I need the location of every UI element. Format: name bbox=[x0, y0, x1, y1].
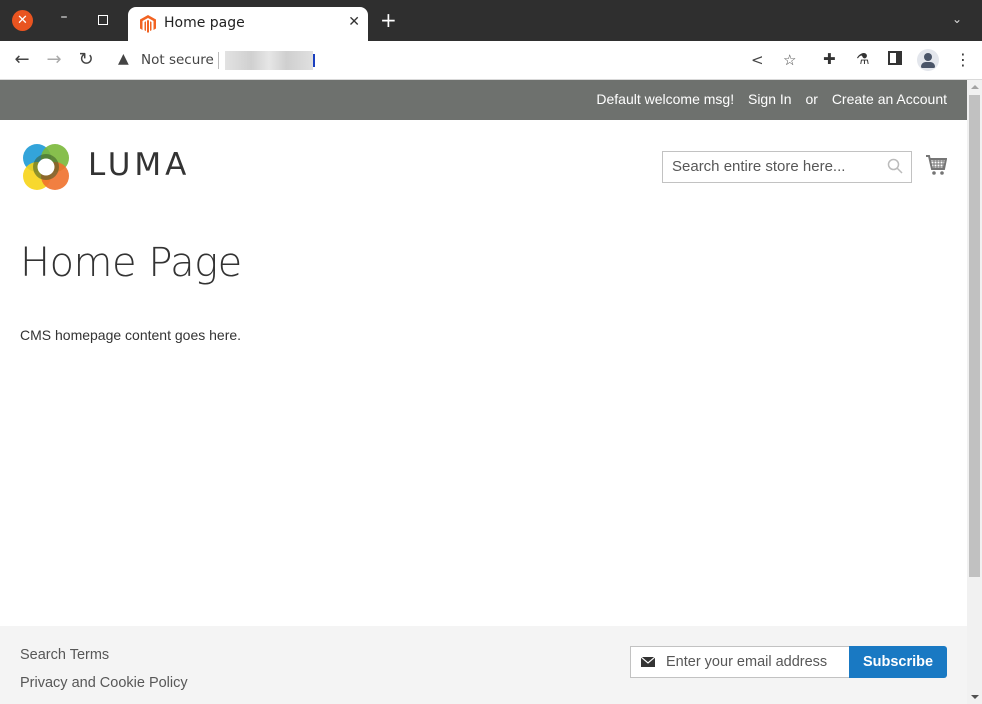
security-status[interactable]: Not secure bbox=[141, 52, 214, 68]
page-title: Home Page bbox=[20, 240, 242, 286]
reload-icon[interactable]: ↻ bbox=[75, 49, 97, 70]
tab-search-chevron-icon[interactable]: ⌄ bbox=[952, 12, 962, 26]
window-maximize-button[interactable] bbox=[98, 15, 108, 25]
browser-titlebar: ✕ – Home page ✕ + ⌄ bbox=[0, 0, 982, 41]
share-icon[interactable]: < bbox=[751, 51, 764, 69]
labs-icon[interactable]: ⚗ bbox=[856, 50, 869, 68]
page-viewport: Default welcome msg! Sign In or Create a… bbox=[0, 80, 967, 704]
tab-title: Home page bbox=[164, 15, 245, 31]
subscribe-button[interactable]: Subscribe bbox=[849, 646, 947, 678]
tab-home-page[interactable]: Home page ✕ bbox=[128, 7, 368, 41]
cms-content: CMS homepage content goes here. bbox=[20, 327, 242, 343]
window-close-button[interactable]: ✕ bbox=[12, 10, 33, 31]
footer-link-privacy-policy[interactable]: Privacy and Cookie Policy bbox=[20, 675, 188, 691]
star-icon[interactable]: ☆ bbox=[783, 51, 796, 69]
panel-header: Default welcome msg! Sign In or Create a… bbox=[0, 80, 967, 120]
url-text-redacted[interactable] bbox=[225, 51, 313, 70]
window-minimize-button[interactable]: – bbox=[56, 9, 72, 29]
search-input[interactable] bbox=[672, 158, 877, 175]
scroll-up-arrow-icon[interactable] bbox=[971, 85, 979, 89]
newsletter-field[interactable] bbox=[630, 646, 850, 678]
browser-toolbar: ← → ↻ ▲ Not secure < ☆ ✚ ⚗ ⋮ bbox=[0, 41, 982, 80]
mail-icon bbox=[641, 657, 655, 667]
search-icon[interactable] bbox=[887, 158, 903, 174]
scroll-down-arrow-icon[interactable] bbox=[971, 695, 979, 699]
welcome-message: Default welcome msg! bbox=[596, 91, 735, 107]
new-tab-button[interactable]: + bbox=[380, 10, 397, 30]
forward-icon[interactable]: → bbox=[43, 49, 65, 70]
extensions-icon[interactable]: ✚ bbox=[823, 50, 836, 68]
sign-in-link[interactable]: Sign In bbox=[748, 91, 792, 107]
omnibox-separator bbox=[218, 52, 219, 69]
side-panel-icon[interactable] bbox=[888, 51, 902, 65]
footer: Search Terms Privacy and Cookie Policy S… bbox=[0, 626, 967, 704]
warning-icon[interactable]: ▲ bbox=[118, 51, 129, 67]
magento-favicon-icon bbox=[140, 15, 156, 33]
menu-icon[interactable]: ⋮ bbox=[955, 50, 971, 69]
search-field[interactable] bbox=[662, 151, 912, 183]
footer-link-search-terms[interactable]: Search Terms bbox=[20, 647, 109, 663]
text-caret bbox=[313, 54, 315, 67]
profile-icon[interactable] bbox=[917, 49, 939, 71]
luma-logo-icon[interactable] bbox=[20, 142, 72, 192]
address-bar[interactable]: ▲ Not secure < ☆ bbox=[108, 46, 810, 75]
page-scrollbar[interactable] bbox=[967, 80, 982, 704]
tab-close-icon[interactable]: ✕ bbox=[348, 14, 360, 30]
newsletter-email-input[interactable] bbox=[666, 654, 846, 670]
back-icon[interactable]: ← bbox=[11, 49, 33, 70]
cart-icon[interactable] bbox=[925, 154, 947, 176]
scrollbar-thumb[interactable] bbox=[969, 95, 980, 577]
create-account-link[interactable]: Create an Account bbox=[832, 91, 947, 107]
logo-text[interactable]: LUMA bbox=[88, 147, 190, 183]
or-text: or bbox=[805, 91, 818, 107]
